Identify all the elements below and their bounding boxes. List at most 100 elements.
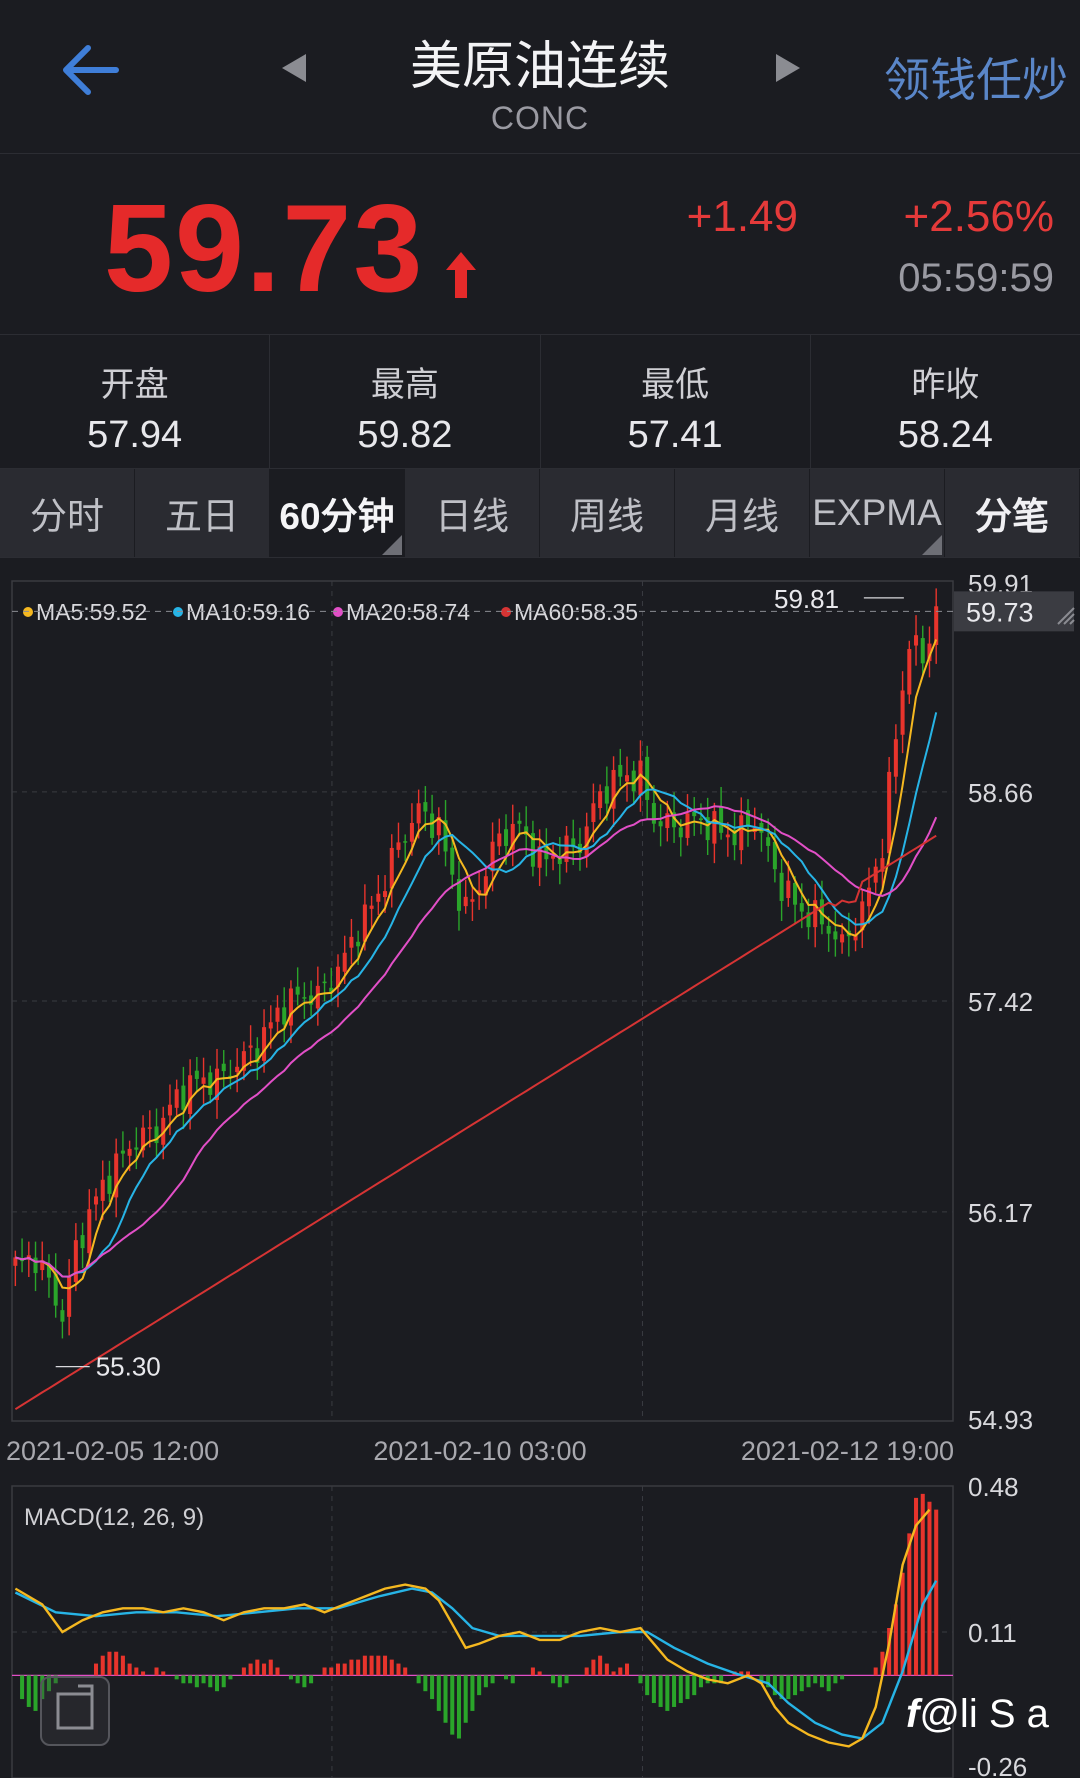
- header-promo-link[interactable]: 领钱任炒: [884, 44, 1068, 110]
- tab-intraday[interactable]: 分时: [0, 469, 135, 557]
- stat-label: 开盘: [100, 366, 169, 404]
- tab-weekly[interactable]: 周线: [540, 469, 675, 557]
- candle-body: [282, 1007, 287, 1025]
- candle-body: [188, 1075, 193, 1114]
- tab-expma[interactable]: EXPMA: [810, 469, 945, 557]
- kline-chart[interactable]: MA5:59.52 MA10:59.16 MA20:58.74 MA60:58.35 …: [0, 556, 1080, 1778]
- logo-icon: f: [906, 1692, 920, 1736]
- current-price-label: 59.73: [966, 597, 1034, 627]
- candle-body: [517, 820, 522, 824]
- tab-60min[interactable]: 60分钟: [270, 469, 405, 557]
- tab-ticks[interactable]: 分笔: [945, 469, 1080, 557]
- candle-body: [409, 822, 414, 842]
- crop-icon: [56, 1684, 94, 1730]
- legend-dot: [23, 607, 33, 617]
- macd-tick-label: -0.26: [968, 1752, 1027, 1778]
- candle-body: [60, 1310, 65, 1322]
- macd-lines: [14, 1508, 938, 1748]
- screenshot-button[interactable]: [40, 1676, 110, 1746]
- stat-open: 开盘 57.94: [0, 335, 271, 468]
- stat-high: 最高 59.82: [270, 335, 541, 468]
- stat-value: 58.24: [897, 414, 993, 456]
- candle-body: [275, 1007, 280, 1022]
- candle-body: [208, 1072, 213, 1095]
- candles: [13, 588, 939, 1339]
- price-tick-label: 56.17: [968, 1198, 1033, 1228]
- candle-body: [194, 1070, 199, 1079]
- candle-body: [67, 1276, 72, 1317]
- candle-body: [712, 811, 717, 844]
- time-axis: 2021-02-05 12:00 2021-02-10 03:00 2021-02-…: [6, 1436, 954, 1466]
- tab-label: EXPMA: [812, 492, 942, 533]
- candle-body: [463, 896, 468, 907]
- candle-body: [322, 981, 327, 984]
- price-change-percent: +2.56%: [903, 192, 1054, 241]
- legend-label: MA60:58.35: [514, 599, 638, 625]
- candle-body: [698, 818, 703, 821]
- candle-body: [362, 904, 367, 942]
- resize-handle-icon[interactable]: [1054, 604, 1076, 631]
- candle-body: [356, 941, 361, 947]
- candle-body: [725, 834, 730, 838]
- tab-label: 五日: [165, 496, 239, 537]
- candle-body: [678, 827, 683, 838]
- candle-body: [107, 1175, 112, 1194]
- candle-body: [826, 925, 831, 934]
- triangle-right-icon: [776, 54, 800, 82]
- tab-label: 月线: [705, 496, 779, 537]
- candle-body: [120, 1150, 125, 1154]
- candle-body: [181, 1085, 186, 1110]
- tab-label: 分时: [30, 496, 104, 537]
- candle-body: [470, 899, 475, 902]
- tab-label: 日线: [435, 496, 509, 537]
- next-contract-button[interactable]: [772, 52, 802, 89]
- tab-label: 60分钟: [279, 496, 395, 537]
- time-tick-label: 2021-02-05 12:00: [6, 1436, 219, 1466]
- candle-body: [779, 872, 784, 901]
- candle-body: [167, 1104, 172, 1116]
- candle-body: [248, 1045, 253, 1048]
- dropdown-corner-icon: [382, 535, 402, 555]
- stat-label: 最低: [641, 366, 710, 404]
- candle-body: [127, 1148, 132, 1156]
- tab-daily[interactable]: 日线: [405, 469, 540, 557]
- quote-time: 05:59:59: [898, 256, 1054, 300]
- legend-label: MA10:59.16: [186, 599, 310, 625]
- stat-label: 最高: [370, 366, 439, 404]
- watermark: f@li S a: [906, 1692, 1049, 1736]
- last-price: 59.73: [104, 180, 425, 318]
- candle-body: [685, 813, 690, 838]
- ma-line-1: [15, 712, 938, 1278]
- candle-body: [920, 638, 925, 664]
- candle-body: [201, 1077, 206, 1084]
- macd-tick-label: 0.48: [968, 1472, 1019, 1502]
- candle-body: [94, 1196, 99, 1205]
- candle-body: [793, 882, 798, 905]
- candle-body: [416, 803, 421, 824]
- tab-monthly[interactable]: 月线: [675, 469, 810, 557]
- candle-body: [497, 833, 502, 847]
- candle-body: [739, 815, 744, 851]
- candle-body: [430, 813, 435, 838]
- candle-body: [624, 775, 630, 782]
- candle-body: [799, 903, 804, 912]
- time-tick-label: 2021-02-10 03:00: [373, 1436, 586, 1466]
- stat-value: 59.82: [357, 414, 453, 456]
- stat-value: 57.94: [87, 414, 183, 456]
- tab-label: 分笔: [975, 496, 1049, 537]
- candle-body: [914, 635, 919, 646]
- candle-body: [833, 931, 838, 940]
- candle-body: [134, 1147, 139, 1150]
- chart-grid: [12, 580, 953, 1422]
- candle-body: [376, 893, 381, 902]
- candle-body: [80, 1235, 85, 1249]
- candle-body: [221, 1063, 226, 1072]
- candle-body: [450, 847, 455, 875]
- candle-body: [786, 880, 791, 898]
- candle-body: [618, 764, 623, 777]
- tab-five-day[interactable]: 五日: [135, 469, 270, 557]
- candle-body: [651, 803, 656, 824]
- price-axis: 59.9158.6657.4256.1754.9359.7359.8155.30: [12, 569, 1074, 1435]
- candle-body: [383, 891, 388, 898]
- ma-lines: [14, 639, 938, 1411]
